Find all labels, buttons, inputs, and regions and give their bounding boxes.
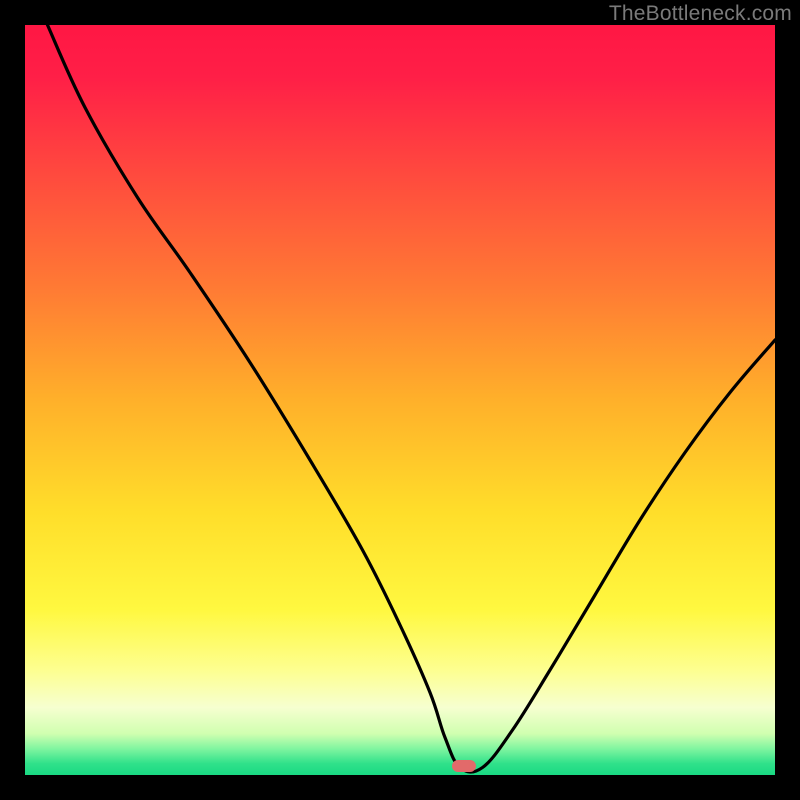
- bottleneck-curve: [25, 25, 775, 775]
- plot-area: [25, 25, 775, 775]
- optimum-marker: [452, 760, 476, 772]
- chart-frame: { "watermark": "TheBottleneck.com", "plo…: [0, 0, 800, 800]
- watermark-text: TheBottleneck.com: [609, 2, 792, 26]
